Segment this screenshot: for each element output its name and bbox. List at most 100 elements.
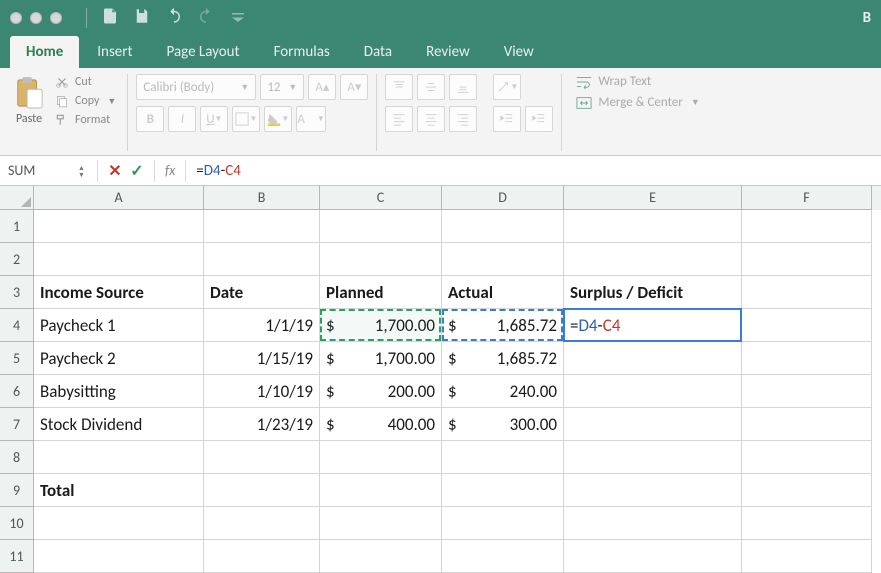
row-header-2[interactable]: 2 (0, 243, 34, 276)
align-center-icon[interactable] (417, 106, 445, 132)
cell-A10[interactable] (34, 507, 204, 540)
orientation-icon[interactable]: ▼ (493, 74, 521, 100)
fx-label[interactable]: fx (165, 162, 175, 179)
tab-insert[interactable]: Insert (81, 36, 148, 68)
cut-button[interactable]: Cut (52, 74, 119, 90)
cell-D8[interactable] (442, 441, 564, 474)
cell-B1[interactable] (204, 210, 320, 243)
cell-A7[interactable]: Stock Dividend (34, 408, 204, 441)
cell-F5[interactable] (742, 342, 872, 375)
cell-D5[interactable]: $1,685.72 (442, 342, 564, 375)
col-header-E[interactable]: E (564, 186, 742, 210)
cell-A8[interactable] (34, 441, 204, 474)
cell-E6[interactable] (564, 375, 742, 408)
cell-B5[interactable]: 1/15/19 (204, 342, 320, 375)
cell-C8[interactable] (320, 441, 442, 474)
cell-F9[interactable] (742, 474, 872, 507)
name-box-stepper[interactable]: ▲▼ (78, 164, 85, 178)
cell-A5[interactable]: Paycheck 2 (34, 342, 204, 375)
cell-C1[interactable] (320, 210, 442, 243)
col-header-D[interactable]: D (442, 186, 564, 210)
cell-B6[interactable]: 1/10/19 (204, 375, 320, 408)
align-left-icon[interactable] (385, 106, 413, 132)
cell-C10[interactable] (320, 507, 442, 540)
cell-C5[interactable]: $1,700.00 (320, 342, 442, 375)
cell-A2[interactable] (34, 243, 204, 276)
borders-button[interactable]: ▼ (232, 106, 260, 132)
merge-center-button[interactable]: Merge & Center▼ (576, 95, 699, 110)
cell-E10[interactable] (564, 507, 742, 540)
cell-B9[interactable] (204, 474, 320, 507)
autosave-icon[interactable] (101, 7, 119, 30)
row-header-6[interactable]: 6 (0, 375, 34, 408)
redo-icon[interactable] (197, 7, 215, 30)
cell-E4[interactable]: =D4-C4 (564, 309, 742, 342)
row-header-10[interactable]: 10 (0, 507, 34, 540)
name-box[interactable]: SUM (0, 162, 78, 179)
format-painter-button[interactable]: Format (52, 112, 119, 128)
cell-A9[interactable]: Total (34, 474, 204, 507)
cell-B7[interactable]: 1/23/19 (204, 408, 320, 441)
cell-C7[interactable]: $400.00 (320, 408, 442, 441)
cell-D1[interactable] (442, 210, 564, 243)
col-header-A[interactable]: A (34, 186, 204, 210)
row-header-8[interactable]: 8 (0, 441, 34, 474)
cell-E8[interactable] (564, 441, 742, 474)
italic-button[interactable]: I (168, 106, 196, 132)
col-header-B[interactable]: B (204, 186, 320, 210)
cell-B11[interactable] (204, 540, 320, 573)
cell-C9[interactable] (320, 474, 442, 507)
decrease-font-icon[interactable]: A▾ (340, 74, 368, 100)
formula-input[interactable]: =D4-C4 (192, 162, 881, 180)
cell-C11[interactable] (320, 540, 442, 573)
cell-E2[interactable] (564, 243, 742, 276)
cell-D6[interactable]: $240.00 (442, 375, 564, 408)
cell-A11[interactable] (34, 540, 204, 573)
align-bottom-icon[interactable] (449, 74, 477, 100)
col-header-F[interactable]: F (742, 186, 872, 210)
align-middle-icon[interactable] (417, 74, 445, 100)
col-header-C[interactable]: C (320, 186, 442, 210)
increase-indent-icon[interactable] (525, 106, 553, 132)
cell-C4[interactable]: $1,700.00 (320, 309, 442, 342)
row-header-1[interactable]: 1 (0, 210, 34, 243)
cell-B3[interactable]: Date (204, 276, 320, 309)
cell-D7[interactable]: $300.00 (442, 408, 564, 441)
fill-color-button[interactable]: ▼ (264, 106, 292, 132)
align-right-icon[interactable] (449, 106, 477, 132)
cell-D11[interactable] (442, 540, 564, 573)
cell-A6[interactable]: Babysitting (34, 375, 204, 408)
undo-icon[interactable] (165, 7, 183, 30)
cell-D3[interactable]: Actual (442, 276, 564, 309)
tab-review[interactable]: Review (410, 36, 486, 68)
cell-B10[interactable] (204, 507, 320, 540)
cell-F11[interactable] (742, 540, 872, 573)
wrap-text-button[interactable]: Wrap Text (576, 74, 699, 89)
tab-home[interactable]: Home (10, 36, 79, 68)
row-header-5[interactable]: 5 (0, 342, 34, 375)
cell-E1[interactable] (564, 210, 742, 243)
spreadsheet-grid[interactable]: A B C D E F 1 2 3 Income Source Date Pla… (0, 186, 881, 573)
cell-E7[interactable] (564, 408, 742, 441)
cell-F8[interactable] (742, 441, 872, 474)
minimize-window-icon[interactable] (30, 12, 42, 24)
row-header-3[interactable]: 3 (0, 276, 34, 309)
cell-A3[interactable]: Income Source (34, 276, 204, 309)
font-color-button[interactable]: A▼ (296, 106, 325, 132)
cancel-formula-icon[interactable]: ✕ (104, 161, 126, 181)
font-name-select[interactable]: Calibri (Body)▼ (136, 74, 256, 100)
align-top-icon[interactable] (385, 74, 413, 100)
cell-F3[interactable] (742, 276, 872, 309)
tab-formulas[interactable]: Formulas (258, 36, 346, 68)
cell-B8[interactable] (204, 441, 320, 474)
cell-B2[interactable] (204, 243, 320, 276)
cell-F1[interactable] (742, 210, 872, 243)
font-size-select[interactable]: 12▼ (260, 74, 304, 100)
underline-button[interactable]: U▼ (200, 106, 228, 132)
cell-E5[interactable] (564, 342, 742, 375)
cell-E9[interactable] (564, 474, 742, 507)
cell-F7[interactable] (742, 408, 872, 441)
row-header-4[interactable]: 4 (0, 309, 34, 342)
row-header-9[interactable]: 9 (0, 474, 34, 507)
paste-button[interactable]: Paste (10, 74, 48, 128)
